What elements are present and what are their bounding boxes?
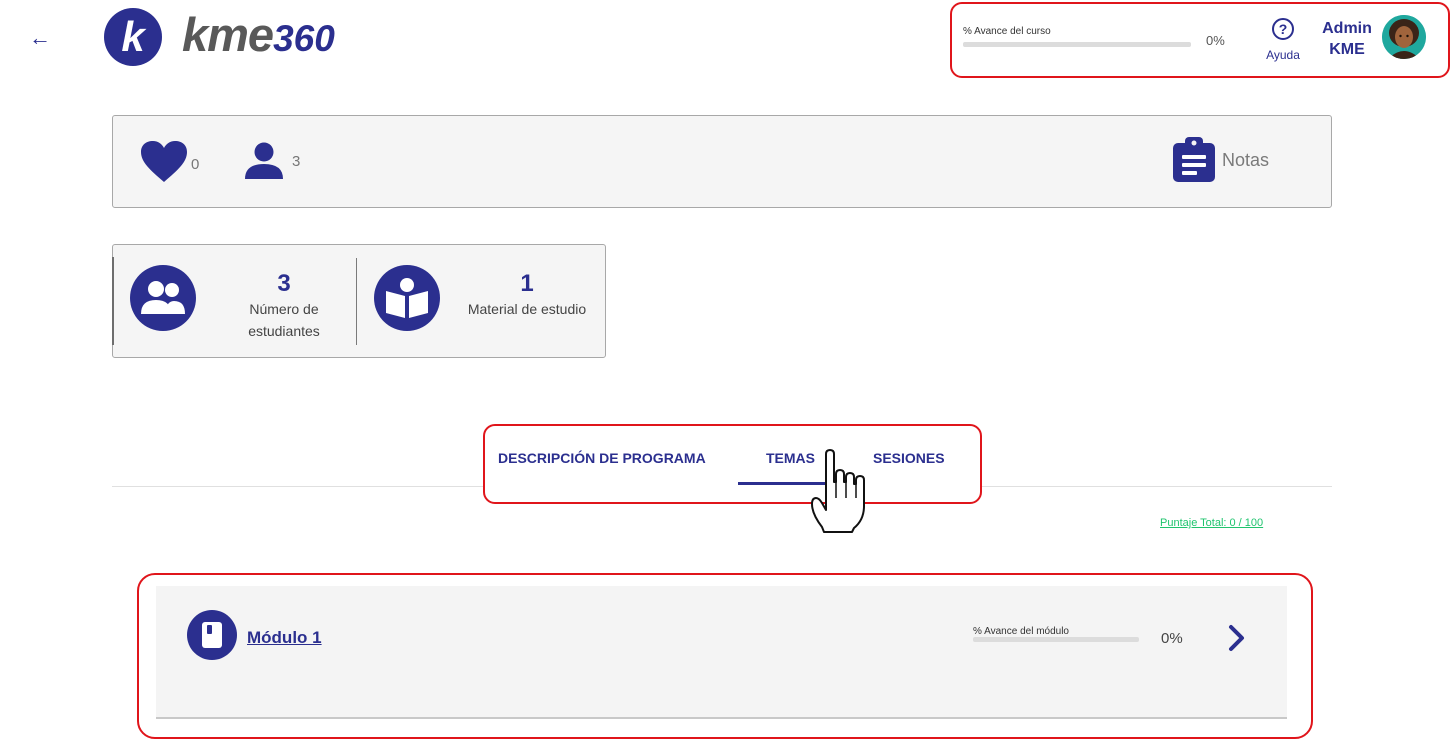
module-title-link[interactable]: Módulo 1 (247, 628, 322, 648)
course-progress-bar (963, 42, 1191, 47)
summary-left-divider (112, 257, 114, 345)
logo-mark: k (104, 8, 162, 66)
tab-sesiones[interactable]: SESIONES (873, 450, 945, 466)
tab-descripcion-programa[interactable]: DESCRIPCIÓN DE PROGRAMA (498, 450, 706, 466)
notes-button[interactable]: Notas (1172, 137, 1269, 183)
material-count: 1 (520, 270, 534, 297)
svg-text:k: k (121, 13, 147, 60)
likes-button[interactable]: 0 (140, 140, 199, 184)
module-progress-label: % Avance del módulo (973, 626, 1069, 637)
students-metric: 3 Número de estudiantes (230, 270, 338, 342)
heart-icon (141, 141, 187, 182)
notes-label: Notas (1222, 149, 1270, 170)
help-label: Ayuda (1266, 48, 1300, 62)
course-progress-value: 0% (1206, 33, 1225, 48)
clipboard-icon (1173, 137, 1215, 182)
students-count: 3 (277, 270, 291, 297)
material-metric: 1 Material de estudio (460, 270, 594, 320)
kme360-logo[interactable]: k kme360 (104, 6, 335, 68)
students-label-line2: estudiantes (248, 323, 320, 339)
book-icon (187, 610, 237, 660)
material-label: Material de estudio (467, 301, 587, 317)
question-circle-icon: ? (1272, 18, 1294, 40)
user-name[interactable]: Admin KME (1314, 18, 1380, 60)
module-card[interactable] (156, 586, 1287, 719)
viewers-button[interactable]: 3 (244, 142, 300, 180)
course-progress-label: % Avance del curso (963, 26, 1051, 37)
logo-wordmark: kme360 (182, 8, 335, 61)
likes-count: 0 (191, 155, 200, 173)
page: ← k kme360 % Avance del curso 0% ? Ayuda… (0, 0, 1452, 742)
students-label-line1: Número de (249, 301, 319, 317)
module-progress-value: 0% (1161, 630, 1183, 647)
help-button[interactable]: ? Ayuda (1262, 18, 1304, 62)
total-score-link[interactable]: Puntaje Total: 0 / 100 (1160, 517, 1263, 529)
back-arrow-icon[interactable]: ← (29, 22, 51, 54)
hand-pointer-icon (811, 449, 865, 533)
person-icon (245, 142, 283, 179)
summary-divider (356, 258, 357, 345)
module-progress-bar (973, 637, 1139, 642)
chevron-right-icon[interactable] (1226, 624, 1248, 652)
user-avatar[interactable] (1382, 15, 1426, 59)
group-icon (130, 265, 196, 331)
book-reader-icon (374, 265, 440, 331)
viewers-count: 3 (292, 152, 301, 170)
